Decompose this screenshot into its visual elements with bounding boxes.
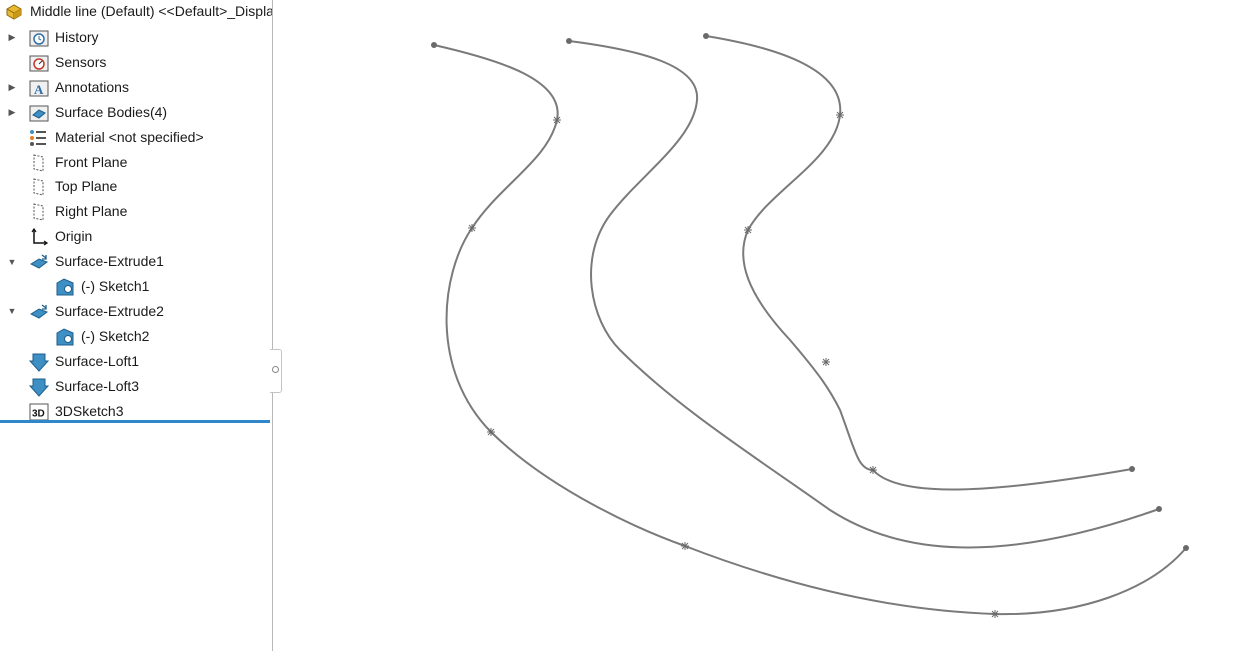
tree-item-sketch1[interactable]: (-) Sketch1 — [0, 274, 272, 299]
inner-curve[interactable] — [705, 35, 1133, 491]
tree-item-label: Front Plane — [55, 153, 128, 170]
expand-arrow-icon[interactable]: ▶ — [5, 25, 19, 50]
tree-item-top-plane[interactable]: Top Plane — [0, 174, 272, 199]
3dsketch-icon: 3D — [29, 402, 49, 422]
tree-item-sensors[interactable]: Sensors — [0, 50, 272, 75]
tree-item-label: Material <not specified> — [55, 128, 204, 145]
plane-icon — [29, 153, 49, 173]
tree-item-label: Right Plane — [55, 203, 128, 220]
collapse-arrow-icon[interactable]: ▼ — [5, 249, 19, 274]
sensors-icon — [29, 53, 49, 73]
expand-arrow-icon[interactable]: ▶ — [5, 100, 19, 125]
tree-item-sketch2[interactable]: (-) Sketch2 — [0, 324, 272, 349]
sketch-icon — [55, 327, 75, 347]
tree-root[interactable]: Middle line (Default) <<Default>_Display — [0, 0, 272, 25]
feature-manager-tree: Middle line (Default) <<Default>_Display… — [0, 0, 273, 651]
plane-icon — [29, 202, 49, 222]
tree-item-surface-extrude1[interactable]: ▼ Surface-Extrude1 — [0, 249, 272, 274]
spline-points — [468, 111, 999, 618]
tree-item-label: Surface-Extrude1 — [55, 253, 164, 270]
tree-item-label: Annotations — [55, 78, 129, 95]
origin-icon — [29, 227, 49, 247]
svg-text:3D: 3D — [32, 408, 45, 419]
tree-item-label: History — [55, 29, 99, 45]
tree-item-history[interactable]: ▶ History — [0, 25, 272, 50]
tree-item-annotations[interactable]: ▶ A Annotations — [0, 75, 272, 100]
surface-bodies-icon — [29, 103, 49, 123]
tree-item-label: Surface-Loft3 — [55, 377, 140, 394]
surface-loft-icon — [28, 352, 50, 372]
middle-curve[interactable] — [568, 40, 1160, 549]
annotations-icon: A — [29, 78, 49, 98]
tree-item-surface-loft3[interactable]: Surface-Loft3 — [0, 374, 272, 399]
part-icon — [4, 2, 24, 22]
expand-arrow-icon[interactable]: ▶ — [5, 75, 19, 100]
tree-item-material-not-specified[interactable]: Material <not specified> — [0, 125, 272, 150]
material-icon — [29, 128, 49, 148]
tree-item-label: (-) Sketch2 — [81, 327, 150, 344]
tree-item-label: Top Plane — [55, 178, 118, 195]
tree-item-right-plane[interactable]: Right Plane — [0, 199, 272, 224]
tree-item-label: Surface-Loft1 — [55, 352, 140, 369]
sketch-icon — [55, 277, 75, 297]
tree-item-surface-extrude2[interactable]: ▼ Surface-Extrude2 — [0, 299, 272, 324]
rollback-bar[interactable] — [0, 420, 270, 423]
plane-icon — [29, 177, 49, 197]
curve-endpoints — [431, 33, 1189, 551]
tree-item-label: 3DSketch3 — [55, 402, 124, 419]
tree-item-surface-bodies-4[interactable]: ▶ Surface Bodies(4) — [0, 100, 272, 125]
tree-item-surface-loft1[interactable]: Surface-Loft1 — [0, 349, 272, 374]
tree-item-front-plane[interactable]: Front Plane — [0, 150, 272, 175]
tree-root-label: Middle line (Default) <<Default>_Display — [30, 3, 273, 19]
tree-item-origin[interactable]: Origin — [0, 224, 272, 249]
collapse-arrow-icon[interactable]: ▼ — [5, 299, 19, 324]
surface-extrude-icon — [29, 252, 49, 272]
svg-text:A: A — [34, 82, 44, 97]
tree-item-label: Surface Bodies(4) — [55, 103, 168, 120]
history-folder-icon — [29, 28, 49, 48]
outer-curve[interactable] — [433, 44, 1187, 616]
surface-extrude-icon — [29, 302, 49, 322]
tree-item-label: (-) Sketch1 — [81, 278, 150, 294]
surface-loft-icon — [28, 377, 50, 397]
graphics-viewport[interactable] — [273, 0, 1239, 651]
tree-item-label: Surface-Extrude2 — [55, 302, 164, 319]
tree-item-label: Sensors — [55, 53, 107, 70]
tree-item-label: Origin — [55, 228, 93, 245]
